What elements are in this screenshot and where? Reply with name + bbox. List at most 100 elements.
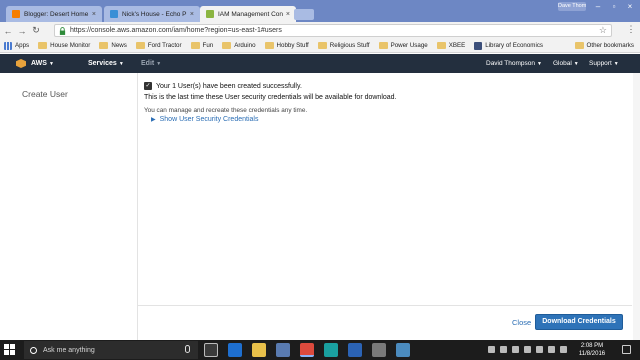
bookmark-news[interactable]: News <box>99 42 127 49</box>
region-menu[interactable]: Global ▼ <box>553 54 579 73</box>
services-label: Services <box>88 60 117 67</box>
lock-icon <box>59 26 66 35</box>
task-view-icon[interactable] <box>204 343 218 357</box>
apps-grid-icon <box>4 41 12 50</box>
aws-home-menu[interactable]: AWS ▼ <box>31 54 54 73</box>
app-icon[interactable] <box>372 343 386 357</box>
address-bar[interactable]: https://console.aws.amazon.com/iam/home?… <box>54 24 612 37</box>
bookmark-xbee[interactable]: XBEE <box>436 42 466 49</box>
tray-app-icon[interactable] <box>512 346 519 353</box>
tray-app-icon[interactable] <box>500 346 507 353</box>
bookmark-star-icon[interactable]: ☆ <box>599 25 607 36</box>
taskbar-search[interactable]: Ask me anything <box>24 341 198 359</box>
action-center-icon[interactable] <box>622 345 631 354</box>
tab-blogger[interactable]: Blogger: Desert Home - E × <box>6 6 102 22</box>
bookmark-label: Fun <box>202 42 214 49</box>
footer-divider <box>137 305 632 306</box>
bookmarks-bar: Apps House Monitor News Ford Tractor Fun… <box>0 39 640 53</box>
bookmark-library-of-economics[interactable]: Library of Economics <box>474 41 544 50</box>
back-icon[interactable]: ← <box>2 25 14 37</box>
close-tab-icon[interactable]: × <box>92 11 96 18</box>
browser-toolbar: ← → ↻ https://console.aws.amazon.com/iam… <box>0 22 640 39</box>
network-icon[interactable] <box>536 346 543 353</box>
new-tab-button[interactable] <box>294 9 314 20</box>
edit-menu[interactable]: Edit ▼ <box>141 54 161 73</box>
other-bookmarks[interactable]: Other bookmarks <box>574 42 634 49</box>
bookmark-label: Religious Stuff <box>329 42 370 49</box>
content-divider <box>137 73 138 340</box>
bookmark-label: Arduino <box>234 42 256 49</box>
folder-icon <box>38 42 48 49</box>
tray-overflow-icon[interactable] <box>488 346 495 353</box>
account-menu[interactable]: David Thompson ▼ <box>486 54 542 73</box>
show-credentials-toggle[interactable]: ▶ Show User Security Credentials <box>151 116 258 123</box>
expand-triangle-icon: ▶ <box>151 117 156 123</box>
show-credentials-label: Show User Security Credentials <box>159 116 259 123</box>
caret-down-icon: ▼ <box>156 61 162 67</box>
tray-app-icon[interactable] <box>524 346 531 353</box>
close-window-icon[interactable]: × <box>623 2 637 12</box>
bookmark-apps[interactable]: Apps <box>4 41 29 50</box>
bookmark-fun[interactable]: Fun <box>190 42 214 49</box>
success-check-icon: ✓ <box>144 82 152 90</box>
close-link[interactable]: Close <box>512 318 531 327</box>
volume-icon[interactable] <box>548 346 555 353</box>
caret-down-icon: ▼ <box>573 61 579 67</box>
taskbar-clock[interactable]: 2:08 PM 11/8/2016 <box>572 342 612 358</box>
arduino-icon[interactable] <box>324 343 338 357</box>
folder-icon <box>574 42 584 49</box>
site-icon <box>474 41 483 50</box>
keyboard-icon[interactable] <box>560 346 567 353</box>
caret-down-icon: ▼ <box>537 61 542 67</box>
windows-start-icon[interactable] <box>4 344 15 355</box>
file-explorer-icon[interactable] <box>252 343 266 357</box>
support-label: Support <box>589 60 612 67</box>
bookmark-label: Ford Tractor <box>147 42 182 49</box>
chrome-icon[interactable] <box>300 343 314 357</box>
edit-label: Edit <box>141 60 155 67</box>
bookmark-hobby-stuff[interactable]: Hobby Stuff <box>264 42 309 49</box>
reload-icon[interactable]: ↻ <box>30 25 42 37</box>
folder-icon <box>436 42 446 49</box>
profile-chip[interactable]: Dave Thompson <box>558 2 586 11</box>
aws-console-header: AWS ▼ Services ▼ Edit ▼ David Thompson ▼ Glo… <box>0 54 640 73</box>
edge-icon[interactable] <box>228 343 242 357</box>
url-text: https://console.aws.amazon.com/iam/home?… <box>70 27 282 34</box>
bookmark-label: Library of Economics <box>485 42 544 49</box>
clock-time: 2:08 PM <box>580 343 604 349</box>
download-credentials-button[interactable]: Download Credentials <box>535 314 623 330</box>
folder-icon <box>317 42 327 49</box>
network-app-icon[interactable] <box>276 343 290 357</box>
bookmark-label: Hobby Stuff <box>276 42 309 49</box>
manage-credentials-note: You can manage and recreate these creden… <box>144 107 308 114</box>
close-tab-icon[interactable]: × <box>190 11 194 18</box>
support-menu[interactable]: Support ▼ <box>589 54 619 73</box>
aws-logo-text: AWS <box>31 60 47 67</box>
app-icon[interactable] <box>396 343 410 357</box>
bookmark-label: House Monitor <box>50 42 91 49</box>
bookmark-power-usage[interactable]: Power Usage <box>378 42 428 49</box>
bookmark-label: News <box>111 42 127 49</box>
microphone-icon[interactable] <box>185 345 190 353</box>
folder-icon <box>264 42 274 49</box>
bookmark-house-monitor[interactable]: House Monitor <box>38 42 90 49</box>
forward-icon[interactable]: → <box>16 25 28 37</box>
app-icon[interactable] <box>348 343 362 357</box>
browser-menu-icon[interactable]: ⋮ <box>626 24 636 35</box>
sidebar-title: Create User <box>22 89 68 99</box>
tab-nicks-house[interactable]: Nick's House - Echo PI W × <box>104 6 200 22</box>
page-scrollbar[interactable] <box>633 73 640 340</box>
credentials-warning: This is the last time these User securit… <box>144 94 397 101</box>
bookmark-ford-tractor[interactable]: Ford Tractor <box>135 42 182 49</box>
services-menu[interactable]: Services ▼ <box>88 54 124 73</box>
bookmark-arduino[interactable]: Arduino <box>222 42 256 49</box>
windows-taskbar: Ask me anything 2:08 PM 11/8/2016 <box>0 340 640 360</box>
maximize-icon[interactable]: ▫ <box>607 2 621 12</box>
bookmark-label: XBEE <box>448 42 466 49</box>
close-tab-icon[interactable]: × <box>286 11 290 18</box>
minimize-icon[interactable]: – <box>591 2 605 12</box>
account-name: David Thompson <box>486 60 536 67</box>
clock-date: 11/8/2016 <box>578 351 606 357</box>
bookmark-religious-stuff[interactable]: Religious Stuff <box>317 42 370 49</box>
tab-iam-management[interactable]: IAM Management Conso × <box>200 6 296 22</box>
